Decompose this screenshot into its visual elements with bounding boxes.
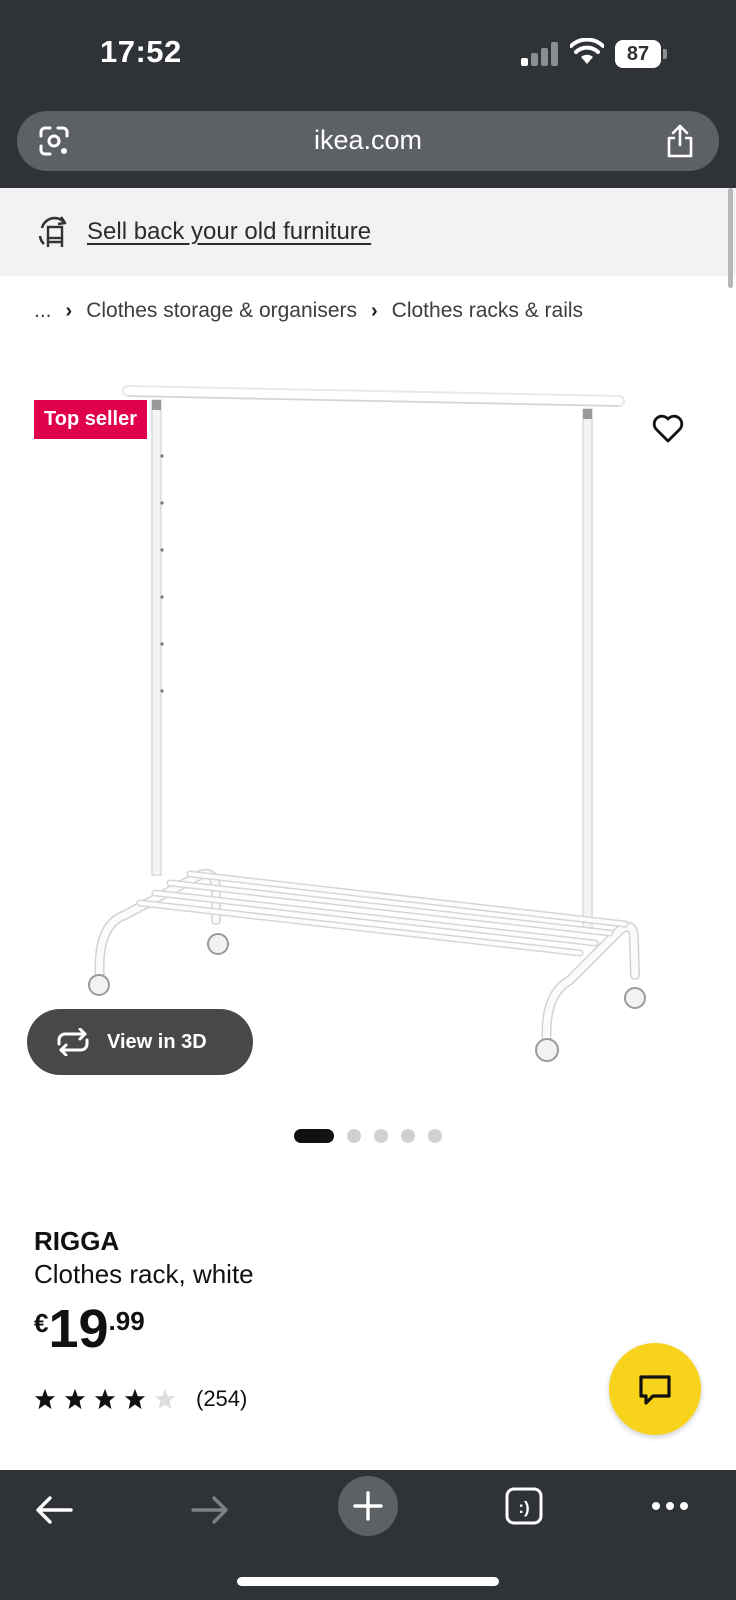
product-image-clothes-rack[interactable] [0,340,736,1110]
rotate-3d-icon [57,1028,89,1056]
price-currency: € [34,1308,49,1338]
price-decimal: .99 [108,1306,145,1336]
tabs-icon[interactable]: :) [504,1486,544,1526]
svg-text::): :) [518,1498,529,1517]
view-in-3d-button[interactable]: View in 3D [27,1009,253,1075]
forward-arrow-icon[interactable] [190,1494,230,1526]
status-time: 17:52 [100,34,182,69]
chevron-right-icon: › [65,299,73,322]
sell-back-link[interactable]: Sell back your old furniture [87,218,371,246]
chat-bubble-icon [639,1375,671,1405]
breadcrumb: ... › Clothes storage & organisers › Clo… [34,299,583,323]
gallery-pagination [294,1129,455,1143]
pagination-dot-active[interactable] [294,1129,334,1143]
plus-icon [353,1491,383,1521]
pagination-dot[interactable] [401,1129,415,1143]
more-icon[interactable] [650,1500,690,1512]
heart-icon[interactable] [652,414,684,444]
address-bar[interactable]: ikea.com [17,111,719,171]
star-filled-icon [94,1388,116,1410]
price-integer: 19 [48,1299,109,1359]
battery-level: 87 [615,40,661,68]
breadcrumb-clothes-storage[interactable]: Clothes storage & organisers [86,299,357,323]
product-gallery[interactable]: Top seller View in 3D [0,340,736,1110]
sell-back-banner[interactable]: Sell back your old furniture [0,188,736,276]
top-seller-badge: Top seller [34,400,147,439]
pagination-dot[interactable] [347,1129,361,1143]
breadcrumb-clothes-racks[interactable]: Clothes racks & rails [392,299,583,323]
star-filled-icon [124,1388,146,1410]
back-arrow-icon[interactable] [34,1494,74,1526]
product-description: Clothes rack, white [34,1259,254,1289]
chevron-right-icon: › [371,299,378,322]
buyback-recycle-icon [38,216,67,247]
view-in-3d-label: View in 3D [107,1030,207,1053]
scrollbar[interactable] [728,188,733,288]
chat-button[interactable] [609,1343,701,1435]
pagination-dot[interactable] [428,1129,442,1143]
wifi-icon [570,38,604,64]
star-empty-icon [154,1388,176,1410]
share-icon[interactable] [665,123,695,159]
breadcrumb-ellipsis[interactable]: ... [34,299,52,323]
cellular-signal-icon [521,42,559,66]
url-text[interactable]: ikea.com [17,125,719,156]
product-name: RIGGA [34,1226,120,1256]
pagination-dot[interactable] [374,1129,388,1143]
new-tab-button[interactable] [338,1476,398,1536]
star-filled-icon [34,1388,56,1410]
home-indicator[interactable] [237,1577,499,1586]
product-rating[interactable]: (254) [34,1386,247,1412]
browser-top-chrome: 17:52 87 ikea.com [0,0,736,188]
product-price: € 19 .99 [34,1302,145,1356]
battery-indicator: 87 [615,40,667,68]
review-count[interactable]: (254) [196,1386,247,1412]
star-filled-icon [64,1388,86,1410]
